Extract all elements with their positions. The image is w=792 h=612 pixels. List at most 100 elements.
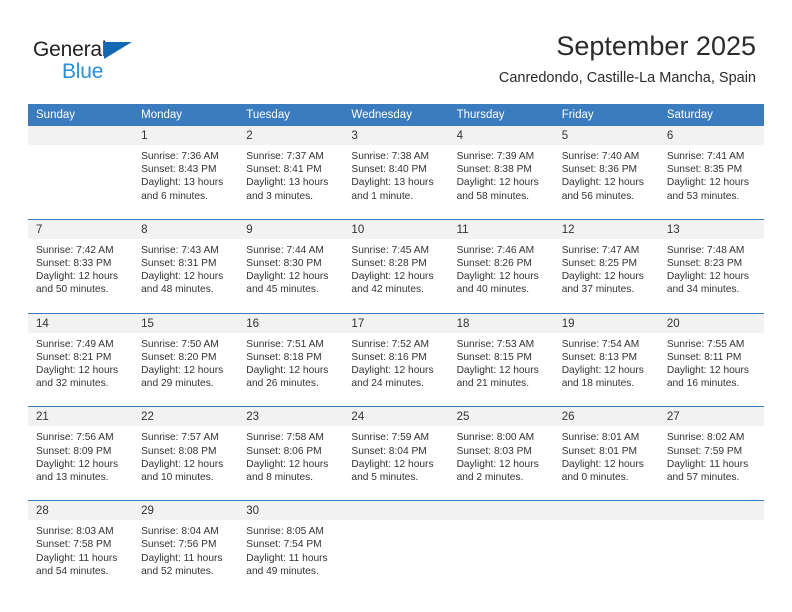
day-number[interactable]: 25 <box>448 406 554 427</box>
day-number[interactable]: 4 <box>448 126 554 145</box>
day-cell-empty <box>658 520 764 595</box>
day-cell[interactable]: Sunrise: 7:47 AM Sunset: 8:25 PM Daylight:… <box>553 238 659 314</box>
day-cell[interactable]: Sunrise: 7:53 AM Sunset: 8:15 PM Daylight:… <box>448 332 554 407</box>
day-cell[interactable]: Sunrise: 7:55 AM Sunset: 8:11 PM Daylight:… <box>658 332 764 407</box>
day-cell[interactable]: Sunrise: 7:57 AM Sunset: 8:08 PM Daylight:… <box>133 426 239 501</box>
day-cell[interactable]: Sunrise: 7:54 AM Sunset: 8:13 PM Daylight:… <box>553 332 659 407</box>
weekday-header-monday: Monday <box>133 104 239 126</box>
day-info-line: Sunset: 8:36 PM <box>561 164 638 176</box>
day-number[interactable]: 10 <box>343 218 449 239</box>
day-number[interactable]: 2 <box>238 126 344 145</box>
day-number[interactable]: 29 <box>133 500 239 521</box>
day-cell[interactable]: Sunrise: 7:43 AM Sunset: 8:31 PM Daylight:… <box>133 238 239 314</box>
day-cell[interactable]: Sunrise: 8:04 AM Sunset: 7:56 PM Daylight:… <box>133 520 239 595</box>
day-cell[interactable]: Sunrise: 7:38 AM Sunset: 8:40 PM Daylight:… <box>343 145 449 220</box>
day-number[interactable]: 3 <box>343 126 449 145</box>
day-number[interactable]: 17 <box>343 312 449 333</box>
weekday-header-wednesday: Wednesday <box>343 104 449 126</box>
day-number[interactable]: 14 <box>28 312 134 333</box>
day-number[interactable]: 28 <box>28 500 134 521</box>
weekday-header-sunday: Sunday <box>28 104 134 126</box>
day-info-line: Daylight: 11 hours <box>666 458 749 470</box>
day-number[interactable]: 18 <box>448 312 554 333</box>
day-number[interactable]: 20 <box>658 312 764 333</box>
day-info-line: Daylight: 12 hours <box>666 177 749 189</box>
weekday-header-thursday: Thursday <box>448 104 554 126</box>
day-cell[interactable]: Sunrise: 7:52 AM Sunset: 8:16 PM Daylight:… <box>343 332 449 407</box>
day-number[interactable]: 12 <box>553 218 659 239</box>
day-cell[interactable]: Sunrise: 7:44 AM Sunset: 8:30 PM Daylight:… <box>238 238 344 314</box>
day-info-line: Sunset: 8:09 PM <box>36 445 112 457</box>
day-info-line: Daylight: 12 hours <box>561 458 644 470</box>
day-info-line: and 40 minutes. <box>456 284 530 296</box>
day-cell[interactable]: Sunrise: 7:37 AM Sunset: 8:41 PM Daylight:… <box>238 145 344 220</box>
day-cell[interactable]: Sunrise: 7:45 AM Sunset: 8:28 PM Daylight:… <box>343 238 449 314</box>
day-info-line: Daylight: 12 hours <box>36 365 119 377</box>
day-number-empty <box>28 126 134 145</box>
day-info-line: Sunrise: 7:44 AM <box>246 244 324 256</box>
day-cell[interactable]: Sunrise: 7:39 AM Sunset: 8:38 PM Daylight:… <box>448 145 554 220</box>
day-cell[interactable]: Sunrise: 7:51 AM Sunset: 8:18 PM Daylight:… <box>238 332 344 407</box>
day-cell[interactable]: Sunrise: 7:58 AM Sunset: 8:06 PM Daylight:… <box>238 426 344 501</box>
day-cell[interactable]: Sunrise: 7:50 AM Sunset: 8:20 PM Daylight:… <box>133 332 239 407</box>
day-info-line: Sunrise: 7:54 AM <box>561 338 640 350</box>
day-info-line: and 2 minutes. <box>456 472 524 484</box>
page-subtitle: Canredondo, Castille-La Mancha, Spain <box>498 70 756 86</box>
day-number[interactable]: 19 <box>553 312 659 333</box>
day-number[interactable]: 6 <box>658 126 764 145</box>
day-number[interactable]: 16 <box>238 312 344 333</box>
day-cell[interactable]: Sunrise: 7:46 AM Sunset: 8:26 PM Daylight:… <box>448 238 554 314</box>
day-info-line: Daylight: 12 hours <box>456 458 539 470</box>
day-number[interactable]: 5 <box>553 126 659 145</box>
day-info-line: Daylight: 12 hours <box>666 271 749 283</box>
day-cell[interactable]: Sunrise: 8:03 AM Sunset: 7:58 PM Daylight:… <box>28 520 134 595</box>
day-info-line: and 53 minutes. <box>666 190 740 202</box>
day-number[interactable]: 23 <box>238 406 344 427</box>
day-number[interactable]: 8 <box>133 218 239 239</box>
day-info-line: Sunset: 8:21 PM <box>36 351 112 363</box>
day-number[interactable]: 27 <box>658 406 764 427</box>
day-info-line: Sunrise: 7:45 AM <box>351 244 430 256</box>
day-info-line: Sunset: 8:43 PM <box>141 164 217 176</box>
day-cell[interactable]: Sunrise: 8:05 AM Sunset: 7:54 PM Daylight:… <box>238 520 344 595</box>
day-number-empty <box>343 500 449 521</box>
day-number[interactable]: 24 <box>343 406 449 427</box>
day-cell[interactable]: Sunrise: 7:42 AM Sunset: 8:33 PM Daylight:… <box>28 238 134 314</box>
day-info-line: Daylight: 12 hours <box>561 271 644 283</box>
day-info-line: Daylight: 12 hours <box>666 365 749 377</box>
day-info-line: and 0 minutes. <box>561 472 629 484</box>
day-number[interactable]: 11 <box>448 218 554 239</box>
day-number[interactable]: 13 <box>658 218 764 239</box>
day-cell[interactable]: Sunrise: 7:59 AM Sunset: 8:04 PM Daylight:… <box>343 426 449 501</box>
day-cell[interactable]: Sunrise: 8:01 AM Sunset: 8:01 PM Daylight:… <box>553 426 659 501</box>
day-number[interactable]: 7 <box>28 218 134 239</box>
day-info-line: Daylight: 11 hours <box>36 552 118 564</box>
day-info-line: Daylight: 11 hours <box>246 552 328 564</box>
day-cell[interactable]: Sunrise: 8:00 AM Sunset: 8:03 PM Daylight:… <box>448 426 554 501</box>
day-number[interactable]: 21 <box>28 406 134 427</box>
day-number[interactable]: 15 <box>133 312 239 333</box>
day-cell[interactable]: Sunrise: 7:48 AM Sunset: 8:23 PM Daylight:… <box>658 238 764 314</box>
day-info-line: Daylight: 13 hours <box>141 177 224 189</box>
day-cell[interactable]: Sunrise: 7:36 AM Sunset: 8:43 PM Daylight:… <box>133 145 239 220</box>
day-info-line: Sunset: 8:15 PM <box>456 351 532 363</box>
day-number[interactable]: 1 <box>133 126 239 145</box>
day-cell[interactable]: Sunrise: 7:41 AM Sunset: 8:35 PM Daylight:… <box>658 145 764 220</box>
calendar-body: 1 2 3 4 5 6 Sunrise: 7:36 AM Sunset: 8:43 PM Day… <box>28 126 764 595</box>
day-number-empty <box>448 500 554 521</box>
day-number[interactable]: 26 <box>553 406 659 427</box>
day-info-line: Sunset: 8:28 PM <box>351 258 427 270</box>
day-number[interactable]: 22 <box>133 406 239 427</box>
day-info-line: Sunset: 8:26 PM <box>456 258 532 270</box>
day-cell[interactable]: Sunrise: 7:56 AM Sunset: 8:09 PM Daylight:… <box>28 426 134 501</box>
day-info-line: Sunrise: 7:58 AM <box>246 432 324 444</box>
day-info-line: and 58 minutes. <box>456 190 530 202</box>
general-blue-logo[interactable]: General Blue <box>33 39 163 83</box>
day-cell[interactable]: Sunrise: 7:49 AM Sunset: 8:21 PM Daylight:… <box>28 332 134 407</box>
day-cell[interactable]: Sunrise: 8:02 AM Sunset: 7:59 PM Daylight:… <box>658 426 764 501</box>
day-cell[interactable]: Sunrise: 7:40 AM Sunset: 8:36 PM Daylight:… <box>553 145 659 220</box>
day-number[interactable]: 30 <box>238 500 344 521</box>
day-info-line: and 45 minutes. <box>246 284 319 296</box>
day-info-line: and 21 minutes. <box>456 378 530 390</box>
day-number[interactable]: 9 <box>238 218 344 239</box>
